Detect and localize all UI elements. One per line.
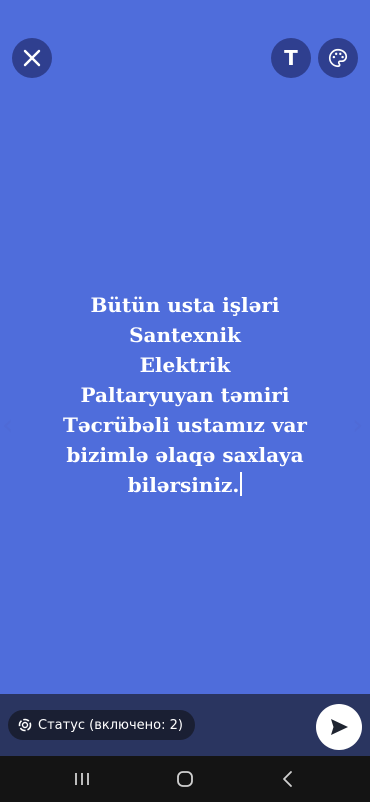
status-bottom-bar: Статус (включено: 2) xyxy=(0,694,370,756)
system-navigation-bar xyxy=(0,756,370,802)
home-icon xyxy=(177,771,193,787)
back-button[interactable] xyxy=(258,756,318,802)
text-tool-label: T xyxy=(284,46,298,70)
recents-icon xyxy=(75,773,89,785)
recents-button[interactable] xyxy=(52,756,112,802)
home-button[interactable] xyxy=(155,756,215,802)
send-button[interactable] xyxy=(316,704,362,750)
text-cursor xyxy=(240,472,243,496)
back-icon xyxy=(283,771,292,787)
close-icon xyxy=(23,49,41,67)
send-icon xyxy=(331,719,348,735)
audience-label: Статус (включено: 2) xyxy=(38,717,183,733)
background-color-button[interactable] xyxy=(318,38,358,78)
status-canvas[interactable]: ‹ › T Bütün usta işləri Santexnik Elektr… xyxy=(0,0,370,694)
status-text-input[interactable]: Bütün usta işləri Santexnik Elektrik Pal… xyxy=(30,290,340,500)
palette-icon xyxy=(329,48,348,68)
close-button[interactable] xyxy=(12,38,52,78)
text-tool-button[interactable]: T xyxy=(271,38,311,78)
previous-background-icon: ‹ xyxy=(2,408,14,441)
status-text-content: Bütün usta işləri Santexnik Elektrik Pal… xyxy=(63,293,307,497)
next-background-icon: › xyxy=(352,408,364,441)
audience-selector[interactable]: Статус (включено: 2) xyxy=(8,710,195,740)
status-ring-icon xyxy=(18,718,32,732)
